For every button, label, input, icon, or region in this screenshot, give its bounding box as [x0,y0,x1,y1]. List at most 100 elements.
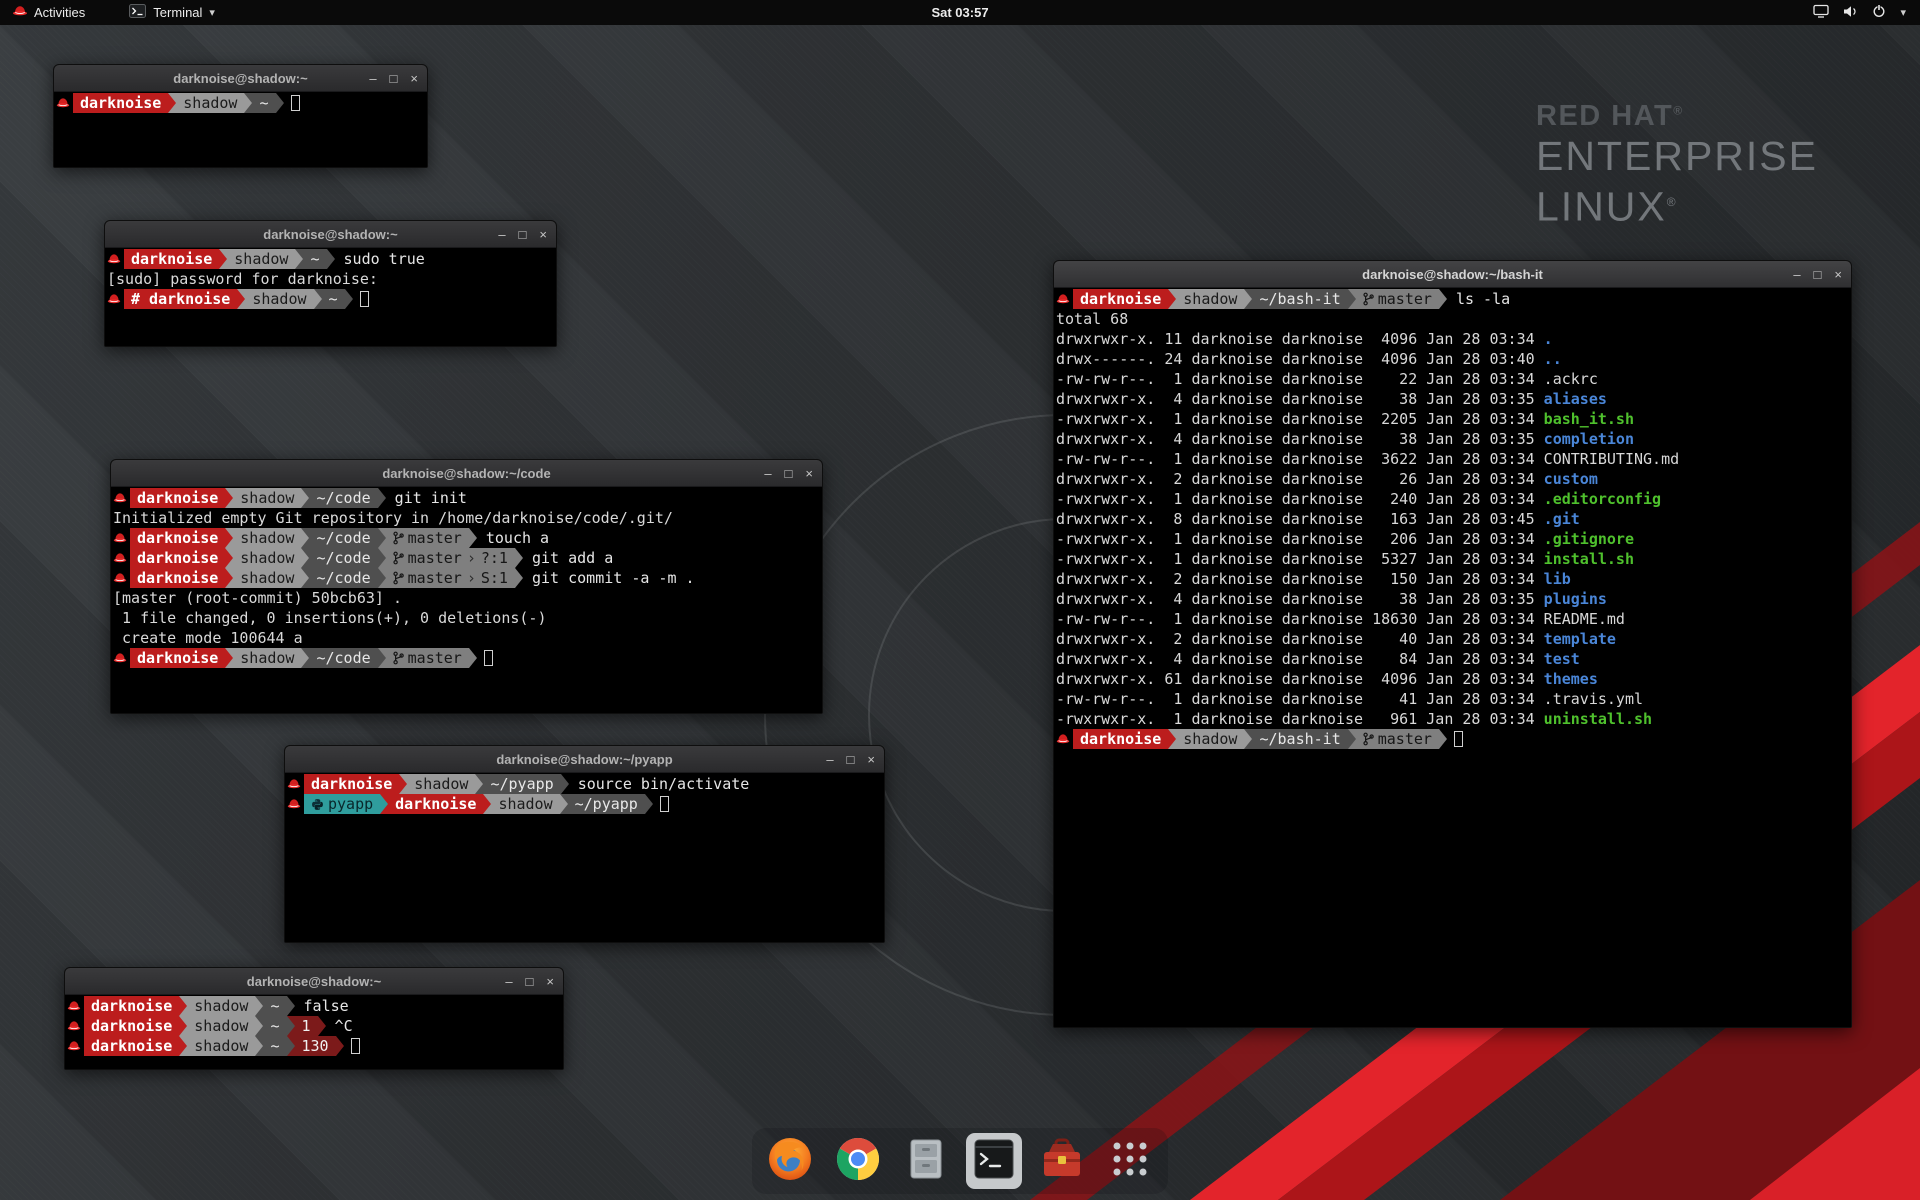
maximize-button[interactable]: □ [785,466,793,481]
file-name: README.md [1544,610,1625,628]
dock-item-files[interactable] [898,1133,954,1189]
powerline-segment-host: shadow [187,996,255,1016]
close-button[interactable]: × [805,466,813,481]
powerline-segment-path: ~/pyapp [568,794,645,814]
powerline-segment-path: ~ [263,1016,286,1036]
command-text: git add a [523,549,613,567]
terminal-content[interactable]: darknoiseshadow~/bash-itmaster ls -latot… [1054,288,1851,1027]
dock-item-toolbox[interactable] [1034,1133,1090,1189]
redhat-prompt-icon [287,774,304,794]
minimize-button[interactable]: – [369,71,376,86]
top-bar: Activities Terminal ▾ Sat 03:57 ▾ [0,0,1920,25]
powerline-separator-icon [301,568,309,588]
dock-item-show-apps[interactable] [1102,1133,1158,1189]
close-button[interactable]: × [1834,267,1842,282]
powerline-segment-git: master [386,648,469,668]
maximize-button[interactable]: □ [526,974,534,989]
dock-item-terminal[interactable] [966,1133,1022,1189]
minimize-button[interactable]: – [505,974,512,989]
terminal-content[interactable]: darknoiseshadow~ sudo true[sudo] passwor… [105,248,556,346]
close-button[interactable]: × [410,71,418,86]
terminal-line: drwx------. 24 darknoise darknoise 4096 … [1056,349,1849,369]
maximize-button[interactable]: □ [1814,267,1822,282]
powerline-separator-icon [1439,289,1447,309]
terminal-content[interactable]: darknoiseshadow~ falsedarknoiseshadow~1 … [65,995,563,1069]
powerline-separator-icon [1244,289,1252,309]
redhat-logo-icon [12,4,28,22]
powerline-segment-path: ~/code [309,648,377,668]
powerline-segment-path: ~ [322,289,345,309]
terminal-line: create mode 100644 a [113,628,820,648]
powerline-segment-exit: 1 [295,1016,318,1036]
cursor-block [1454,731,1463,747]
minimize-button[interactable]: – [498,227,505,242]
brand-red-hat: RED HAT® [1536,100,1818,133]
redhat-prompt-icon [67,1016,84,1036]
powerline-segment-host: shadow [233,528,301,548]
window-title: darknoise@shadow:~ [247,974,381,989]
window-titlebar[interactable]: darknoise@shadow:~/pyapp –□ × [285,746,884,773]
terminal-line: darknoiseshadow~/codemaster›S:1 git comm… [113,568,820,588]
terminal-content[interactable]: darknoiseshadow~ [54,92,427,167]
terminal-line: drwxrwxr-x. 4 darknoise darknoise 84 Jan… [1056,649,1849,669]
file-name: .travis.yml [1544,690,1643,708]
files-icon [903,1136,949,1187]
powerline-segment-host: shadow [1176,289,1244,309]
powerline-segment-path: ~/code [309,488,377,508]
powerline-segment-user: darknoise [130,528,225,548]
powerline-segment-git: master›S:1 [386,568,515,588]
window-titlebar[interactable]: darknoise@shadow:~–□× [105,221,556,248]
powerline-separator-icon [561,774,569,794]
close-button[interactable]: × [546,974,554,989]
powerline-segment-user: darknoise [304,774,399,794]
powerline-separator-icon [225,568,233,588]
window-title: darknoise@shadow:~/pyapp [496,752,672,767]
terminal-line: darknoiseshadow~ sudo true [107,249,554,269]
powerline-separator-icon [287,1016,295,1036]
window-titlebar[interactable]: darknoise@shadow:~–□× [54,65,427,92]
app-menu-label: Terminal [153,5,202,20]
powerline-segment-host: shadow [176,93,244,113]
terminal-line: darknoiseshadow~/codemaster [113,648,820,668]
minimize-button[interactable]: – [1793,267,1800,282]
maximize-button[interactable]: □ [519,227,527,242]
system-status-area[interactable]: ▾ [1813,4,1920,21]
maximize-button[interactable]: □ [847,752,855,767]
git-branch-icon [1363,730,1378,748]
clock[interactable]: Sat 03:57 [931,5,988,20]
powerline-separator-icon [255,1036,263,1056]
minimize-button[interactable]: – [764,466,771,481]
powerline-segment-git: master [1356,289,1439,309]
powerline-segment-path: ~ [303,249,326,269]
close-button[interactable]: × [867,752,875,767]
git-stat-divider-icon: › [462,549,481,567]
display-icon [1813,4,1829,21]
window-titlebar[interactable]: darknoise@shadow:~/bash-it–□× [1054,261,1851,288]
maximize-button[interactable]: □ [390,71,398,86]
dock-item-chrome[interactable] [830,1133,886,1189]
activities-button[interactable]: Activities [0,0,97,25]
powerline-segment-user: darknoise [84,996,179,1016]
file-name: .ackrc [1544,370,1598,388]
powerline-separator-icon [1168,729,1176,749]
powerline-segment-user: darknoise [388,794,483,814]
powerline-separator-icon [318,1016,326,1036]
window-titlebar[interactable]: darknoise@shadow:~/code–□× [111,460,822,487]
app-menu-terminal[interactable]: Terminal ▾ [119,0,225,25]
terminal-content[interactable]: darknoiseshadow~/pyapp source bin/activa… [285,773,884,942]
dock-item-firefox[interactable] [762,1133,818,1189]
terminal-content[interactable]: darknoiseshadow~/code git initInitialize… [111,487,822,713]
powerline-separator-icon [469,528,477,548]
file-name: . [1544,330,1553,348]
activities-label: Activities [34,5,85,20]
registered-mark: ® [1673,103,1683,117]
terminal-window-sudo: darknoise@shadow:~–□×darknoiseshadow~ su… [104,220,557,347]
powerline-separator-icon [378,648,386,668]
minimize-button[interactable]: – [826,752,833,767]
close-button[interactable]: × [539,227,547,242]
window-titlebar[interactable]: darknoise@shadow:~ –□ × [65,968,563,995]
terminal-line: total 68 [1056,309,1849,329]
command-text: ^C [326,1017,353,1035]
powerline-segment-git: master›?:1 [386,548,515,568]
terminal-line: darknoiseshadow~/bash-itmaster ls -la [1056,289,1849,309]
